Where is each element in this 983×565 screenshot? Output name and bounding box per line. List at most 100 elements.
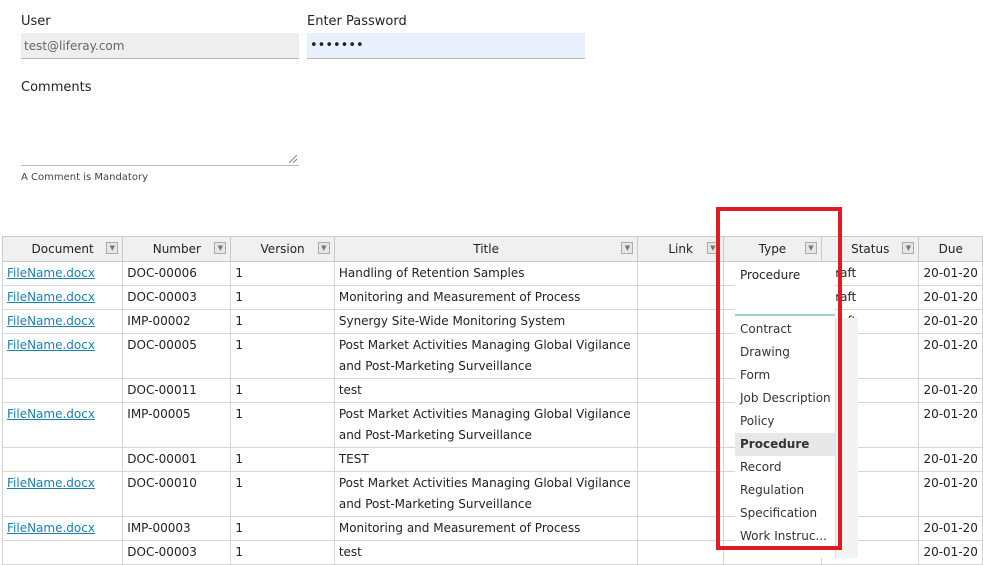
cell-document xyxy=(1,378,124,403)
cell-document xyxy=(1,540,124,565)
cell-number: DOC-00001 xyxy=(122,447,232,472)
cell-status: Draft xyxy=(820,285,920,310)
type-option-procedure[interactable]: Procedure xyxy=(735,433,835,456)
cell-document: FileName.docx xyxy=(1,333,124,379)
cell-due: 20-01-20 xyxy=(918,402,983,448)
type-option-work-instruc[interactable]: Work Instruc... xyxy=(735,525,835,548)
cell-due: 20-01-20 xyxy=(918,333,983,379)
column-header-version[interactable]: Version ▼ xyxy=(230,236,335,262)
cell-title: Post Market Activities Managing Global V… xyxy=(333,471,639,517)
type-option-record[interactable]: Record xyxy=(735,456,835,479)
cell-link xyxy=(637,471,724,517)
cell-due: 20-01-20 xyxy=(918,471,983,517)
cell-version: 1 xyxy=(230,309,335,334)
document-link[interactable]: FileName.docx xyxy=(7,266,95,280)
type-option-form[interactable]: Form xyxy=(735,364,835,387)
cell-link xyxy=(637,285,724,310)
cell-version: 1 xyxy=(230,516,335,541)
type-option-regulation[interactable]: Regulation xyxy=(735,479,835,502)
comments-textarea[interactable] xyxy=(21,102,299,166)
table-row[interactable]: FileName.docx DOC-00003 1 Monitoring and Me… xyxy=(1,285,983,310)
column-header-type[interactable]: Type ▼ xyxy=(722,236,822,262)
cell-due: 20-01-20 xyxy=(918,516,983,541)
cell-title: Post Market Activities Managing Global V… xyxy=(333,402,639,448)
cell-version: 1 xyxy=(230,333,335,379)
type-option-drawing[interactable]: Drawing xyxy=(735,341,835,364)
cell-due: 20-01-20 xyxy=(918,540,983,565)
type-filter-dropdown[interactable]: Procedure Contract Drawing Form Job Descrip… xyxy=(735,262,858,558)
filter-dropdown-icon[interactable]: ▼ xyxy=(621,242,634,254)
document-link[interactable]: FileName.docx xyxy=(7,407,95,421)
document-link[interactable]: FileName.docx xyxy=(7,338,95,352)
resize-grip-icon[interactable] xyxy=(289,155,297,163)
cell-title: TEST xyxy=(333,447,639,472)
cell-title: Post Market Activities Managing Global V… xyxy=(333,333,639,379)
cell-version: 1 xyxy=(230,471,335,517)
table-header-row: Document ▼ Number ▼ Version ▼ Title ▼ Link ▼ Type ▼… xyxy=(1,236,983,262)
cell-title: test xyxy=(333,540,639,565)
filter-dropdown-icon[interactable]: ▼ xyxy=(804,242,817,254)
column-header-label: Due xyxy=(938,242,963,256)
filter-dropdown-icon[interactable]: ▼ xyxy=(214,242,227,254)
column-header-link[interactable]: Link ▼ xyxy=(637,236,724,262)
cell-document: FileName.docx xyxy=(1,261,124,286)
cell-document: FileName.docx xyxy=(1,285,124,310)
column-header-label: Document xyxy=(31,242,94,256)
cell-number: DOC-00011 xyxy=(122,378,232,403)
cell-link xyxy=(637,402,724,448)
filter-dropdown-icon[interactable]: ▼ xyxy=(106,242,119,254)
cell-number: DOC-00010 xyxy=(122,471,232,517)
cell-title: Synergy Site-Wide Monitoring System xyxy=(333,309,639,334)
column-header-number[interactable]: Number ▼ xyxy=(122,236,232,262)
cell-title: test xyxy=(333,378,639,403)
cell-link xyxy=(637,261,724,286)
dropdown-scrollbar[interactable] xyxy=(835,318,858,558)
cell-title: Monitoring and Measurement of Process xyxy=(333,516,639,541)
document-link[interactable]: FileName.docx xyxy=(7,314,95,328)
cell-due: 20-01-20 xyxy=(918,378,983,403)
cell-title: Monitoring and Measurement of Process xyxy=(333,285,639,310)
type-options-list: Contract Drawing Form Job Description Policy… xyxy=(735,318,835,548)
type-option-job-description[interactable]: Job Description xyxy=(735,387,835,410)
type-option-specification[interactable]: Specification xyxy=(735,502,835,525)
cell-due: 20-01-20 xyxy=(918,285,983,310)
comments-label: Comments xyxy=(21,80,92,95)
cell-document: FileName.docx xyxy=(1,471,124,517)
filter-dropdown-icon[interactable]: ▼ xyxy=(706,242,719,254)
table-row[interactable]: FileName.docx DOC-00006 1 Handling of Reten… xyxy=(1,261,983,286)
column-header-due[interactable]: Due xyxy=(918,236,983,262)
cell-due: 20-01-20 xyxy=(918,261,983,286)
cell-document xyxy=(1,447,124,472)
cell-number: IMP-00003 xyxy=(122,516,232,541)
document-link[interactable]: FileName.docx xyxy=(7,476,95,490)
type-option-contract[interactable]: Contract xyxy=(735,318,835,341)
type-filter-selected[interactable]: Procedure xyxy=(740,268,800,282)
cell-version: 1 xyxy=(230,261,335,286)
cell-version: 1 xyxy=(230,447,335,472)
dropdown-divider xyxy=(735,314,835,316)
password-field[interactable]: ••••••• xyxy=(307,33,585,59)
column-header-label: Version xyxy=(260,242,305,256)
cell-number: DOC-00005 xyxy=(122,333,232,379)
document-link[interactable]: FileName.docx xyxy=(7,521,95,535)
type-option-policy[interactable]: Policy xyxy=(735,410,835,433)
cell-document: FileName.docx xyxy=(1,516,124,541)
column-header-label: Type xyxy=(758,242,787,256)
column-header-document[interactable]: Document ▼ xyxy=(1,236,124,262)
cell-status: Draft xyxy=(820,261,920,286)
cell-version: 1 xyxy=(230,402,335,448)
cell-link xyxy=(637,516,724,541)
cell-due: 20-01-20 xyxy=(918,447,983,472)
user-field[interactable]: test@liferay.com xyxy=(21,33,299,59)
cell-version: 1 xyxy=(230,285,335,310)
filter-dropdown-icon[interactable]: ▼ xyxy=(902,242,915,254)
cell-number: DOC-00003 xyxy=(122,540,232,565)
document-link[interactable]: FileName.docx xyxy=(7,290,95,304)
cell-link xyxy=(637,540,724,565)
column-header-title[interactable]: Title ▼ xyxy=(333,236,639,262)
cell-version: 1 xyxy=(230,540,335,565)
filter-dropdown-icon[interactable]: ▼ xyxy=(317,242,330,254)
column-header-status[interactable]: Status ▼ xyxy=(820,236,920,262)
cell-number: IMP-00002 xyxy=(122,309,232,334)
column-header-label: Title xyxy=(473,242,499,256)
